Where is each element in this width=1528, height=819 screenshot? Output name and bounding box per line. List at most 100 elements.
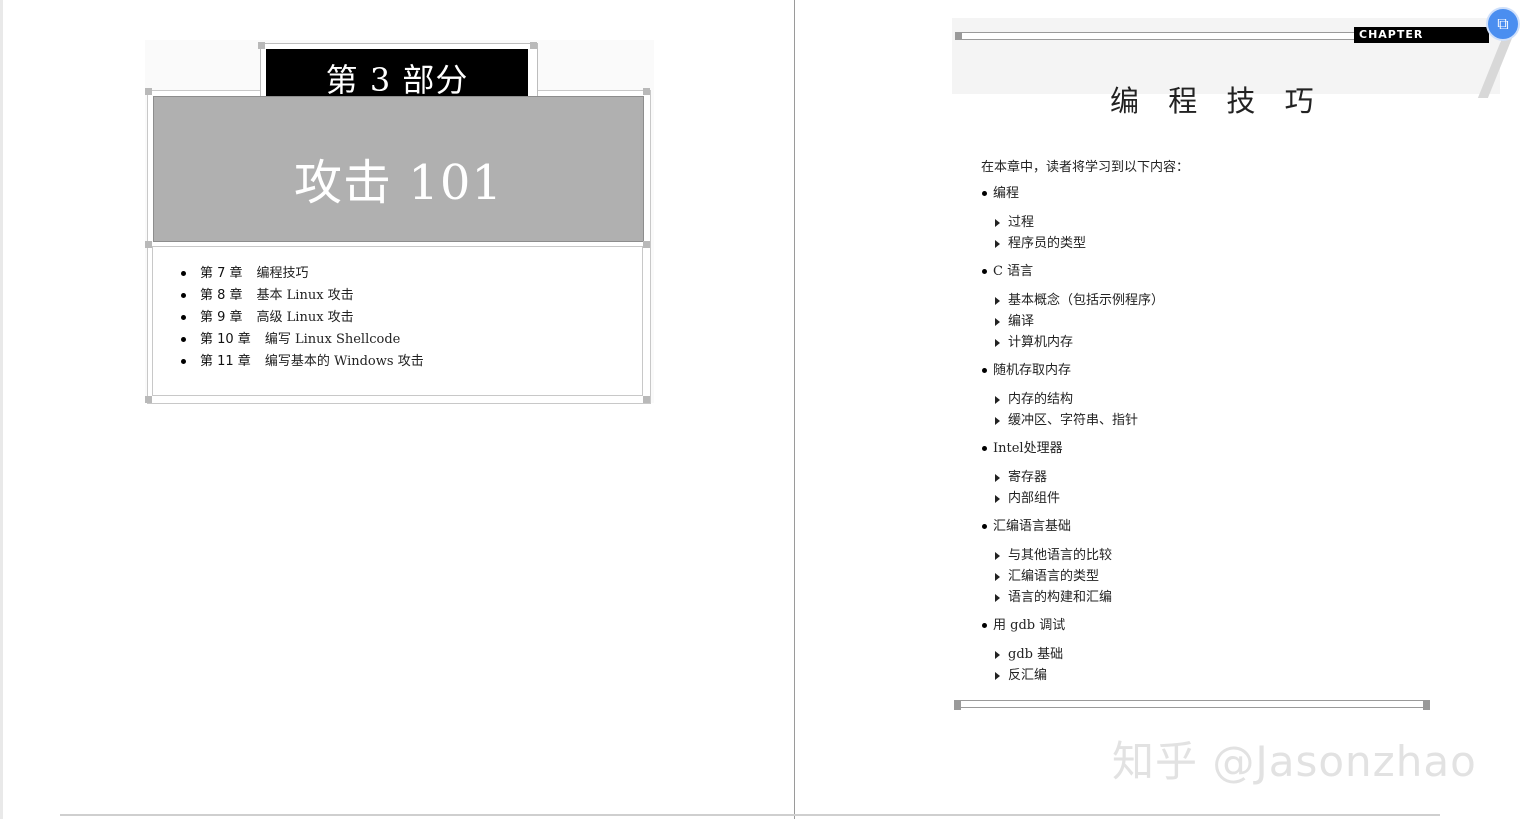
triangle-bullet-icon [995,572,1000,581]
list-item: 第 10 章编写 Linux Shellcode [181,329,424,351]
translate-icon: ⧉ [1497,14,1509,33]
triangle-bullet-icon [995,338,1000,347]
page-bottom-edge [60,814,1440,816]
bullet-icon [181,271,186,276]
chapter-title: 编程技巧 [256,266,309,281]
section-label: 用 gdb 调试 [993,618,1066,633]
list-item: 内存的结构 [995,389,1164,410]
frame-corner [145,396,152,403]
chapter-title: 编写 Linux Shellcode [264,332,401,347]
frame-corner [145,88,152,95]
item-label: gdb 基础 [1008,647,1064,662]
section-label: Intel处理器 [993,441,1063,456]
chapter-title: 基本 Linux 攻击 [256,288,354,303]
list-item: 缓冲区、字符串、指针 [995,410,1164,431]
chapter-tag: CHAPTER [1354,27,1489,43]
list-item: 第 9 章高级 Linux 攻击 [181,307,424,329]
list-item: 过程 [995,212,1164,233]
part-title: 攻击 101 [153,96,644,242]
chapter-outline: 编程 过程 程序员的类型 C 语言 基本概念（包括示例程序） 编译 计算机内存 … [980,183,1164,693]
frame-corner [530,42,537,49]
list-item: 第 8 章基本 Linux 攻击 [181,285,424,307]
list-item: 第 7 章编程技巧 [181,263,424,285]
chapter-title-heading: 编 程 技 巧 [1110,84,1324,118]
frame-corner [643,396,650,403]
item-label: 寄存器 [1008,470,1048,485]
section-label: 编程 [993,186,1020,201]
chapter-intro: 在本章中，读者将学习到以下内容： [981,160,1190,175]
chapter-number: 第 8 章 [200,288,243,303]
section-label: 随机存取内存 [993,363,1072,378]
triangle-bullet-icon [995,473,1000,482]
list-item: 第 11 章编写基本的 Windows 攻击 [181,351,424,373]
bullet-icon [181,359,186,364]
item-label: 语言的构建和汇编 [1008,590,1113,605]
list-item: 寄存器 [995,467,1164,488]
triangle-bullet-icon [995,296,1000,305]
footer-rule-cap [1423,700,1430,710]
triangle-bullet-icon [995,239,1000,248]
bullet-icon [982,623,987,628]
item-label: 内存的结构 [1008,392,1074,407]
triangle-bullet-icon [995,593,1000,602]
list-item: 汇编语言的类型 [995,566,1164,587]
part-label: 第 3 部分 [266,49,528,97]
bullet-icon [181,315,186,320]
chapter-number: 第 10 章 [200,332,251,347]
item-label: 基本概念（包括示例程序） [1008,293,1165,308]
chapter-number: 第 9 章 [200,310,243,325]
frame-corner [643,241,650,248]
bullet-icon [982,191,987,196]
chapter-title: 编写基本的 Windows 攻击 [264,354,424,369]
outline-section: 编程 过程 程序员的类型 [980,183,1164,254]
chapter-title: 高级 Linux 攻击 [256,310,354,325]
bullet-icon [982,269,987,274]
triangle-bullet-icon [995,671,1000,680]
translate-button[interactable]: ⧉ [1486,7,1520,41]
triangle-bullet-icon [995,650,1000,659]
item-label: 与其他语言的比较 [1008,548,1113,563]
section-label: 汇编语言基础 [993,519,1072,534]
bullet-icon [982,368,987,373]
footer-rule-cap [954,700,961,710]
chapter-number: 第 11 章 [200,354,251,369]
item-label: 计算机内存 [1008,335,1074,350]
header-rule [955,32,1357,40]
list-item: 基本概念（包括示例程序） [995,290,1164,311]
frame-corner [643,88,650,95]
watermark: 知乎 @Jasonzhao [1112,737,1477,786]
list-item: 程序员的类型 [995,233,1164,254]
triangle-bullet-icon [995,494,1000,503]
triangle-bullet-icon [995,395,1000,404]
item-label: 编译 [1008,314,1035,329]
bullet-icon [982,446,987,451]
triangle-bullet-icon [995,416,1000,425]
list-item: gdb 基础 [995,644,1164,665]
triangle-bullet-icon [995,218,1000,227]
outline-section: C 语言 基本概念（包括示例程序） 编译 计算机内存 [980,261,1164,353]
list-item: 编译 [995,311,1164,332]
item-label: 缓冲区、字符串、指针 [1008,413,1139,428]
page-edge [0,0,3,819]
item-label: 程序员的类型 [1008,236,1087,251]
outline-section: 用 gdb 调试 gdb 基础 反汇编 [980,615,1164,686]
list-item: 内部组件 [995,488,1164,509]
header-rule-cap [955,32,962,40]
triangle-bullet-icon [995,317,1000,326]
section-label: C 语言 [993,264,1034,279]
bullet-icon [982,524,987,529]
frame-corner [145,241,152,248]
chapter-list: 第 7 章编程技巧 第 8 章基本 Linux 攻击 第 9 章高级 Linux… [181,263,424,373]
outline-section: 汇编语言基础 与其他语言的比较 汇编语言的类型 语言的构建和汇编 [980,516,1164,608]
frame-corner [258,42,265,49]
list-item: 反汇编 [995,665,1164,686]
item-label: 过程 [1008,215,1035,230]
bullet-icon [181,337,186,342]
outline-section: Intel处理器 寄存器 内部组件 [980,438,1164,509]
item-label: 反汇编 [1008,668,1048,683]
triangle-bullet-icon [995,551,1000,560]
bullet-icon [181,293,186,298]
list-item: 计算机内存 [995,332,1164,353]
item-label: 汇编语言的类型 [1008,569,1100,584]
outline-section: 随机存取内存 内存的结构 缓冲区、字符串、指针 [980,360,1164,431]
